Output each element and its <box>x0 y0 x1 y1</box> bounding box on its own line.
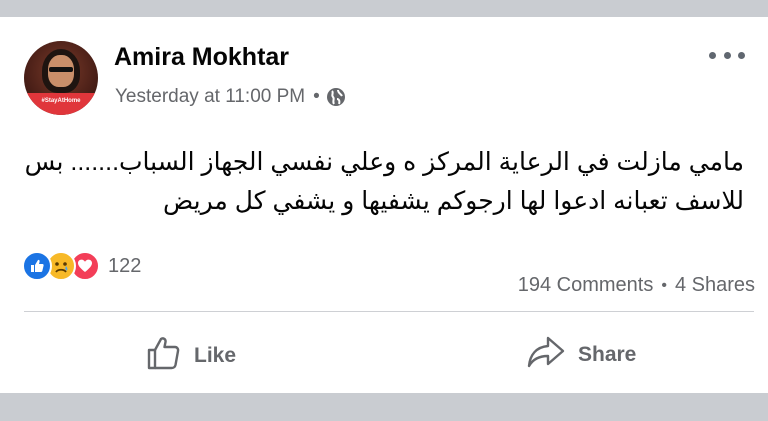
post-timestamp[interactable]: Yesterday at 11:00 PM <box>115 86 305 108</box>
avatar-badge-text: #StayAtHome <box>41 98 81 104</box>
post-text-line-1: مامي مازلت في الرعاية المركز ه وعلي نفسي… <box>24 148 744 176</box>
more-options-icon[interactable] <box>709 45 745 65</box>
post-text-line-2: للاسف تعبانه ادعوا لها ارجوكم يشفيها و ي… <box>163 187 744 215</box>
post-text: مامي مازلت في الرعاية المركز ه وعلي نفسي… <box>24 143 744 221</box>
share-arrow-icon <box>526 335 578 375</box>
meta-separator: • <box>313 86 320 107</box>
globe-icon[interactable] <box>326 87 346 107</box>
like-label: Like <box>194 344 237 367</box>
post-card: #StayAtHome Amira Mokhtar Yesterday at 1… <box>0 17 768 393</box>
divider <box>24 311 754 312</box>
author-name[interactable]: Amira Mokhtar <box>114 43 289 72</box>
like-icon <box>22 251 52 281</box>
like-button[interactable]: Like <box>146 335 236 377</box>
stats-separator: • <box>661 276 667 294</box>
reaction-count: 122 <box>108 254 142 277</box>
comments-count[interactable]: 194 Comments <box>518 274 654 297</box>
avatar[interactable]: #StayAtHome <box>24 41 98 115</box>
reactions-summary[interactable]: 122 <box>22 251 141 281</box>
share-label: Share <box>578 343 637 366</box>
share-button[interactable]: Share <box>526 335 636 375</box>
post-meta: Yesterday at 11:00 PM • <box>115 86 346 108</box>
post-stats: 194 Comments • 4 Shares <box>518 274 755 297</box>
shares-count[interactable]: 4 Shares <box>675 274 755 297</box>
thumbs-up-icon <box>146 335 194 377</box>
